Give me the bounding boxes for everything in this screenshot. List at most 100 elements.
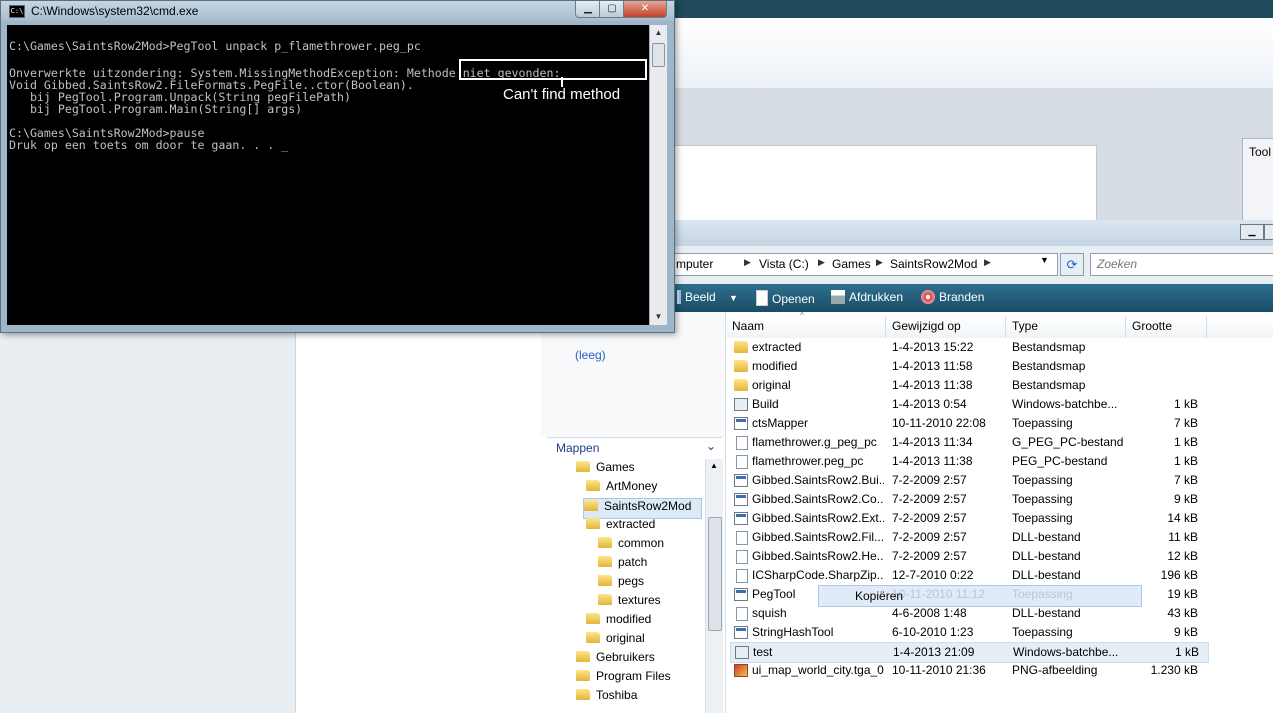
open-icon [756, 290, 768, 306]
file-row[interactable]: Gibbed.SaintsRow2.Bui... 7-2-2009 2:57 Toe… [730, 471, 1207, 490]
cmd-maximize-button[interactable]: ▢ [599, 1, 625, 18]
console-scrollbar[interactable]: ▲ ▼ [649, 25, 667, 325]
console-line: bij PegTool.Program.Main(String[] args) [9, 102, 303, 116]
burn-icon [921, 290, 935, 304]
column-header-name[interactable]: Naam [726, 316, 886, 338]
file-row[interactable]: flamethrower.g_peg_pc 1-4-2013 11:34 G_PEG… [730, 433, 1207, 452]
file-date: 4-6-2008 1:48 [892, 606, 967, 620]
file-date: 1-4-2013 11:38 [892, 378, 973, 392]
file-row[interactable]: ui_map_world_city.tga_0 10-11-2010 21:36 P… [730, 661, 1207, 680]
console-scrollbar-thumb[interactable] [652, 43, 665, 67]
file-row[interactable]: Gibbed.SaintsRow2.Fil... 7-2-2009 2:57 DLL… [730, 528, 1207, 547]
file-row[interactable]: StringHashTool 6-10-2010 1:23 Toepassing 9 … [730, 623, 1207, 642]
cmd-close-button[interactable]: ✕ [623, 1, 667, 18]
explorer-minimize-button[interactable]: ▁ [1240, 224, 1264, 240]
explorer-titlebar[interactable] [673, 220, 1273, 246]
tree-item[interactable]: common [598, 536, 664, 555]
file-date: 7-2-2009 2:57 [892, 549, 967, 563]
file-size: 7 kB [1173, 473, 1198, 487]
tree-scrollbar-thumb[interactable] [708, 517, 722, 631]
file-type: Toepassing [1012, 416, 1073, 430]
cmd-titlebar[interactable]: C:\ C:\Windows\system32\cmd.exe ▁ ▢ ✕ [1, 1, 674, 21]
chevron-right-icon[interactable]: ▶ [744, 257, 751, 268]
file-row[interactable]: flamethrower.peg_pc 1-4-2013 11:38 PEG_PC-… [730, 452, 1207, 471]
view-icon [677, 290, 681, 304]
tree-scrollbar[interactable]: ▲ [705, 459, 723, 713]
folder-icon [576, 651, 590, 662]
background-tool-panel[interactable]: Tool [1242, 138, 1273, 222]
open-button[interactable]: Openen [756, 290, 815, 306]
tree-item[interactable]: Program Files [576, 669, 671, 688]
tree-item[interactable]: Toshiba [576, 688, 637, 707]
file-type: Bestandsmap [1012, 378, 1086, 392]
search-input[interactable]: Zoeken [1090, 253, 1273, 276]
cmd-minimize-button[interactable]: ▁ [575, 1, 601, 18]
column-header-type[interactable]: Type [1006, 316, 1126, 338]
chevron-down-icon[interactable]: ▼ [729, 293, 738, 303]
tree-item[interactable]: original [586, 631, 645, 650]
file-row[interactable]: Gibbed.SaintsRow2.Ext... 7-2-2009 2:57 Toe… [730, 509, 1207, 528]
tree-item-label: pegs [618, 574, 645, 588]
tree-item-label: common [618, 536, 665, 550]
breadcrumb-games[interactable]: Games [832, 257, 871, 271]
tree-item[interactable]: textures [598, 593, 661, 612]
application-icon [734, 626, 748, 639]
chevron-down-icon[interactable]: ⌄ [706, 439, 716, 453]
address-bar[interactable]: mputer ▶ Vista (C:) ▶ Games ▶ SaintsRow2… [673, 253, 1058, 276]
file-size: 14 kB [1167, 511, 1198, 525]
address-dropdown-icon[interactable]: ▼ [1040, 255, 1049, 265]
chevron-right-icon[interactable]: ▶ [876, 257, 883, 268]
file-row[interactable]: test 1-4-2013 21:09 Windows-batchbe... 1 kB [730, 642, 1209, 663]
file-row[interactable]: Build 1-4-2013 0:54 Windows-batchbe... 1 kB [730, 395, 1207, 414]
file-row[interactable]: Gibbed.SaintsRow2.Co... 7-2-2009 2:57 Toep… [730, 490, 1207, 509]
tree-item[interactable]: patch [598, 555, 647, 574]
batch-file-icon [735, 646, 749, 659]
chevron-right-icon[interactable]: ▶ [984, 257, 991, 268]
scroll-down-icon[interactable]: ▼ [650, 309, 667, 325]
explorer-maximize-button[interactable] [1264, 224, 1273, 240]
file-row[interactable]: Gibbed.SaintsRow2.He... 7-2-2009 2:57 DLL-… [730, 547, 1207, 566]
file-type: Bestandsmap [1012, 359, 1086, 373]
burn-button[interactable]: Branden [921, 290, 984, 304]
tree-item[interactable]: modified [586, 612, 651, 631]
file-type: PNG-afbeelding [1012, 663, 1098, 677]
breadcrumb-computer[interactable]: mputer [676, 257, 713, 271]
file-name: StringHashTool [752, 625, 834, 639]
column-header-size[interactable]: Grootte [1126, 316, 1207, 338]
tree-item[interactable]: extracted [586, 517, 655, 536]
breadcrumb-drive[interactable]: Vista (C:) [759, 257, 809, 271]
chevron-right-icon[interactable]: ▶ [818, 257, 825, 268]
file-date: 1-4-2013 15:22 [892, 340, 974, 354]
background-app-ribbon [673, 18, 1273, 89]
cmd-window[interactable]: C:\ C:\Windows\system32\cmd.exe ▁ ▢ ✕ C:… [0, 0, 675, 333]
refresh-button[interactable]: ⟳ [1060, 253, 1084, 276]
favorites-empty-label: (leeg) [575, 348, 606, 362]
file-date: 1-4-2013 11:58 [892, 359, 973, 373]
tree-item[interactable]: pegs [598, 574, 644, 593]
explorer-toolbar: Beeld ▼ Openen Afdrukken Branden [673, 284, 1273, 312]
view-button[interactable]: Beeld ▼ [677, 290, 738, 304]
file-row[interactable]: ICSharpCode.SharpZip... 12-7-2010 0:22 DLL… [730, 566, 1207, 585]
folders-header[interactable]: Mappen ⌄ [547, 437, 722, 459]
tree-item[interactable]: Games [576, 460, 635, 479]
file-type: Toepassing [1012, 511, 1073, 525]
file-row[interactable]: modified 1-4-2013 11:58 Bestandsmap [730, 357, 1207, 376]
scroll-up-icon[interactable]: ▲ [650, 25, 667, 41]
breadcrumb-saintsrow2mod[interactable]: SaintsRow2Mod [890, 257, 977, 271]
file-name: test [753, 645, 773, 659]
tree-item[interactable]: ArtMoney [586, 479, 657, 498]
tree-item[interactable]: SaintsRow2Mod [583, 498, 702, 519]
file-row[interactable]: ctsMapper 10-11-2010 22:08 Toepassing 7 kB [730, 414, 1207, 433]
folder-icon [734, 341, 748, 353]
file-row[interactable]: original 1-4-2013 11:38 Bestandsmap [730, 376, 1207, 395]
column-header-date[interactable]: Gewijzigd op [886, 316, 1006, 338]
scroll-up-icon[interactable]: ▲ [710, 461, 718, 470]
print-button[interactable]: Afdrukken [831, 290, 903, 304]
application-icon [734, 588, 748, 601]
application-icon [734, 474, 748, 487]
tree-item[interactable]: Gebruikers [576, 650, 655, 669]
file-icon [736, 550, 748, 564]
file-type: Toepassing [1012, 473, 1073, 487]
folder-icon [598, 537, 612, 548]
file-row[interactable]: extracted 1-4-2013 15:22 Bestandsmap [730, 338, 1207, 357]
